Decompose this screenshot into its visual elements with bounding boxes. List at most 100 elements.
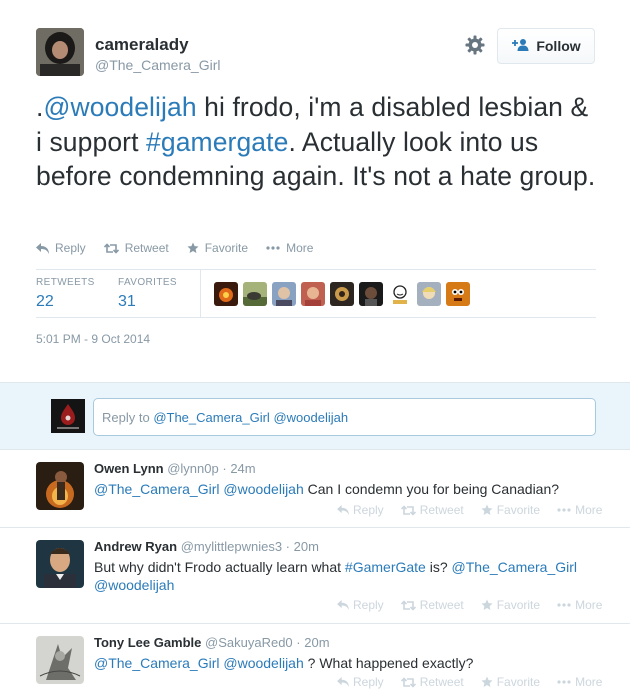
- avatar[interactable]: [417, 282, 441, 306]
- reply-author-name[interactable]: Tony Lee Gamble: [94, 635, 201, 650]
- reply-text-part: ? What happened exactly?: [303, 655, 474, 671]
- avatar[interactable]: [330, 282, 354, 306]
- retweets-label: RETWEETS: [36, 277, 95, 288]
- star-icon: [481, 676, 493, 688]
- reply-composer: Reply to @The_Camera_Girl @woodelijah: [0, 382, 630, 450]
- retweet-label: Retweet: [124, 241, 169, 255]
- reply-time[interactable]: 24m: [230, 461, 255, 476]
- avatar[interactable]: [214, 282, 238, 306]
- reply-label: Reply: [55, 241, 86, 255]
- follow-button[interactable]: Follow: [497, 28, 595, 64]
- tweet-text: .@woodelijah hi frodo, i'm a disabled le…: [36, 90, 596, 194]
- mention-link[interactable]: @The_Camera_Girl: [94, 655, 219, 671]
- tweet-timestamp[interactable]: 5:01 PM - 9 Oct 2014: [36, 332, 150, 346]
- reply-action[interactable]: Reply: [36, 241, 86, 255]
- reply-author-name[interactable]: Andrew Ryan: [94, 539, 177, 554]
- reply-dot: ·: [296, 635, 301, 650]
- retweet-label: Retweet: [419, 675, 464, 689]
- more-action[interactable]: More: [557, 675, 602, 689]
- reply-author-handle[interactable]: @mylittlepwnies3: [181, 539, 282, 554]
- reply-action[interactable]: Reply: [337, 598, 384, 612]
- reply-text: @The_Camera_Girl @woodelijah Can I conde…: [94, 480, 594, 498]
- list-item[interactable]: Andrew Ryan @mylittlepwnies3 · 20m But w…: [0, 528, 630, 624]
- reply-action[interactable]: Reply: [337, 503, 384, 517]
- retweet-icon: [103, 242, 119, 254]
- hashtag-link[interactable]: #gamergate: [146, 127, 288, 157]
- reply-icon: [337, 677, 349, 687]
- favorite-label: Favorite: [204, 241, 249, 255]
- retweets-stat[interactable]: RETWEETS 22: [36, 277, 95, 311]
- retweet-icon: [400, 599, 416, 611]
- more-icon: [557, 603, 571, 607]
- retweet-action[interactable]: Retweet: [103, 241, 169, 255]
- reply-dot: ·: [285, 539, 291, 554]
- avatar[interactable]: [359, 282, 383, 306]
- mention-link[interactable]: @woodelijah: [94, 577, 174, 593]
- mention-link[interactable]: @woodelijah: [43, 92, 196, 122]
- more-action[interactable]: More: [266, 241, 313, 255]
- reply-input[interactable]: Reply to @The_Camera_Girl @woodelijah: [93, 398, 596, 436]
- list-item[interactable]: Owen Lynn @lynn0p · 24m @The_Camera_Girl…: [0, 450, 630, 528]
- main-tweet: cameralady @The_Camera_Girl Follow .@woo…: [0, 0, 630, 382]
- reply-icon: [337, 600, 349, 610]
- retweet-icon: [400, 676, 416, 688]
- mention-link[interactable]: @The_Camera_Girl: [452, 559, 577, 575]
- more-label: More: [575, 503, 603, 517]
- reply-author-handle[interactable]: @lynn0p: [167, 461, 219, 476]
- reply-actions: Reply Retweet Favorite More: [337, 675, 602, 689]
- favorite-action[interactable]: Favorite: [481, 675, 540, 689]
- reply-text: @The_Camera_Girl @woodelijah ? What happ…: [94, 654, 594, 672]
- retweet-action[interactable]: Retweet: [400, 675, 464, 689]
- retweet-action[interactable]: Retweet: [400, 503, 464, 517]
- reply-label: Reply: [353, 675, 384, 689]
- retweet-label: Retweet: [419, 598, 464, 612]
- add-user-icon: [511, 38, 529, 55]
- star-icon: [481, 599, 493, 611]
- gear-icon[interactable]: [463, 33, 487, 57]
- favorite-label: Favorite: [496, 598, 541, 612]
- favorites-stat[interactable]: FAVORITES 31: [118, 277, 177, 311]
- reply-input-mention: @woodelijah: [269, 410, 349, 425]
- reply-actions: Reply Retweet Favorite More: [337, 503, 602, 517]
- reply-action[interactable]: Reply: [337, 675, 384, 689]
- reply-label: Reply: [353, 503, 384, 517]
- avatar[interactable]: [243, 282, 267, 306]
- avatar[interactable]: [301, 282, 325, 306]
- favorite-action[interactable]: Favorite: [187, 241, 248, 255]
- avatar[interactable]: [36, 540, 84, 588]
- more-label: More: [575, 675, 603, 689]
- avatar[interactable]: [446, 282, 470, 306]
- reply-icon: [36, 242, 49, 254]
- avatar[interactable]: [272, 282, 296, 306]
- reply-actions: Reply Retweet Favorite More: [337, 598, 602, 612]
- retweet-action[interactable]: Retweet: [400, 598, 464, 612]
- more-action[interactable]: More: [557, 598, 602, 612]
- avatar[interactable]: [388, 282, 412, 306]
- avatar[interactable]: [36, 28, 84, 76]
- retweet-label: Retweet: [419, 503, 464, 517]
- hashtag-link[interactable]: #GamerGate: [345, 559, 426, 575]
- reply-input-prefix: Reply to: [102, 410, 154, 425]
- mention-link[interactable]: @woodelijah: [223, 655, 303, 671]
- more-action[interactable]: More: [557, 503, 602, 517]
- author-fullname[interactable]: cameralady: [95, 35, 189, 55]
- list-item[interactable]: Tony Lee Gamble @SakuyaRed0 · 20m @The_C…: [0, 624, 630, 694]
- more-label: More: [575, 598, 603, 612]
- reply-author-name[interactable]: Owen Lynn: [94, 461, 164, 476]
- more-icon: [557, 508, 571, 512]
- stats-divider: [200, 270, 201, 317]
- reply-time[interactable]: 20m: [304, 635, 329, 650]
- star-icon: [187, 242, 199, 254]
- mention-link[interactable]: @woodelijah: [223, 481, 303, 497]
- avatar[interactable]: [36, 462, 84, 510]
- mention-link[interactable]: @The_Camera_Girl: [94, 481, 219, 497]
- author-username[interactable]: @The_Camera_Girl: [95, 57, 220, 73]
- tweet-stats: RETWEETS 22 FAVORITES 31: [36, 269, 596, 318]
- favorite-action[interactable]: Favorite: [481, 598, 540, 612]
- reply-author-handle[interactable]: @SakuyaRed0: [205, 635, 293, 650]
- star-icon: [481, 504, 493, 516]
- favorite-action[interactable]: Favorite: [481, 503, 540, 517]
- reply-text: But why didn't Frodo actually learn what…: [94, 558, 594, 594]
- reply-time[interactable]: 20m: [294, 539, 319, 554]
- avatar[interactable]: [36, 636, 84, 684]
